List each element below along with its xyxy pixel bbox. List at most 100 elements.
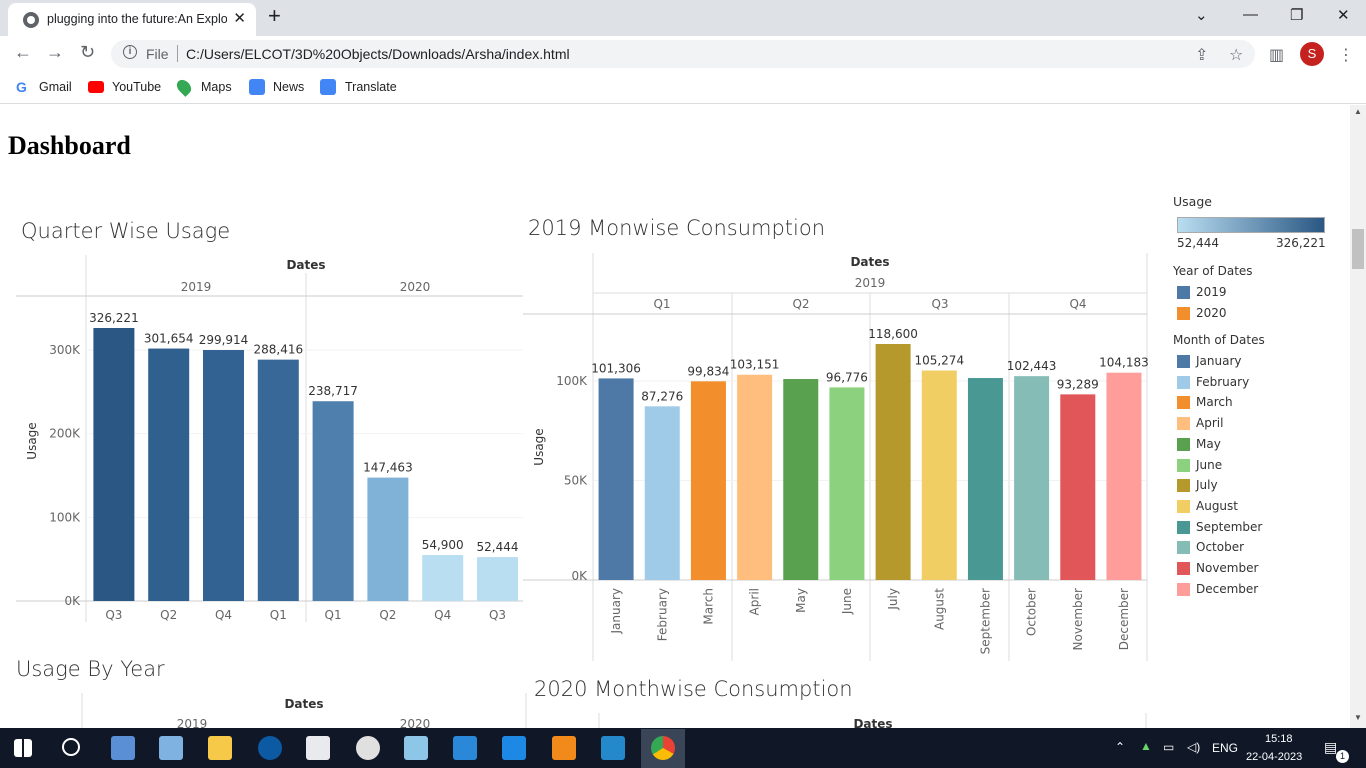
mon2019-bar[interactable] [690, 381, 726, 580]
scroll-thumb[interactable] [1352, 229, 1364, 269]
minimize-button[interactable]: — [1243, 6, 1258, 23]
sublime-icon[interactable] [552, 736, 576, 760]
browser-tab[interactable]: plugging into the future:An Explo ✕ [8, 3, 256, 36]
tray-app-icon[interactable]: ▲ [1140, 739, 1152, 753]
legend-item-2019[interactable]: 2019 [1196, 285, 1227, 299]
mon2019-bar[interactable] [829, 387, 865, 580]
clock-time[interactable]: 15:18 [1265, 733, 1293, 745]
paint-icon[interactable] [159, 736, 183, 760]
quarter-bar[interactable] [367, 477, 409, 601]
quarter-x-tick: Q3 [489, 608, 506, 622]
legend-item-march[interactable]: March [1196, 395, 1233, 409]
mon2019-q1: Q1 [653, 297, 670, 311]
profile-avatar[interactable]: S [1300, 42, 1324, 66]
legend-item-november[interactable]: November [1196, 561, 1258, 575]
quarter-bar[interactable] [422, 555, 464, 601]
legend-item-january[interactable]: January [1196, 354, 1242, 368]
quarter-bar[interactable] [93, 328, 135, 601]
legend-item-june[interactable]: June [1196, 458, 1222, 472]
mon2020-dates-header: Dates [853, 717, 892, 728]
bookmark-maps[interactable]: Maps [201, 80, 232, 94]
legend-item-may[interactable]: May [1196, 437, 1221, 451]
close-tab-icon[interactable]: ✕ [233, 9, 246, 27]
edge-icon[interactable] [258, 736, 282, 760]
quarter-bar[interactable] [148, 348, 190, 601]
tray-chevron-icon[interactable]: ⌃ [1115, 740, 1125, 754]
file-explorer-icon[interactable] [208, 736, 232, 760]
mon2019-bar-label: 93,289 [1057, 377, 1099, 391]
quarter-bar[interactable] [312, 401, 354, 601]
media-player-icon[interactable] [356, 736, 380, 760]
vscode-icon[interactable] [601, 736, 625, 760]
back-icon[interactable]: ← [14, 42, 32, 63]
reload-icon[interactable]: ↻ [80, 42, 95, 63]
quarter-y-label: Usage [25, 422, 39, 459]
bookmark-gmail[interactable]: Gmail [39, 80, 72, 94]
legend-item-april[interactable]: April [1196, 416, 1223, 430]
chrome-icon[interactable] [651, 736, 675, 760]
windows-start-icon[interactable] [14, 739, 32, 757]
quarter-bar-label: 147,463 [363, 461, 413, 475]
quarter-x-tick: Q4 [434, 608, 451, 622]
mon2019-year: 2019 [855, 276, 886, 290]
notification-icon[interactable]: ▤ [1324, 739, 1337, 756]
battery-icon[interactable]: ▭ [1163, 740, 1174, 754]
legend-item-2020[interactable]: 2020 [1196, 306, 1227, 320]
mon2019-bar[interactable] [1060, 394, 1096, 580]
quarter-bar[interactable] [257, 359, 299, 601]
mon2019-x-tick: April [748, 588, 762, 615]
info-icon[interactable]: i [123, 45, 137, 59]
legend-item-september[interactable]: September [1196, 520, 1262, 534]
mon2019-bar[interactable] [967, 378, 1003, 580]
mon2019-bar[interactable] [921, 370, 957, 580]
clock-date[interactable]: 22-04-2023 [1246, 751, 1302, 763]
quarter-bar[interactable] [203, 350, 244, 601]
new-tab-button[interactable]: + [268, 3, 281, 29]
restore-button[interactable]: ❐ [1290, 6, 1303, 24]
quarter-bar-label: 299,914 [199, 333, 249, 347]
mon2019-bar[interactable] [1014, 376, 1050, 580]
page-scrollbar[interactable]: ▲ ▼ [1350, 105, 1366, 728]
mon2019-bar-label: 105,274 [914, 354, 964, 368]
mon2019-bar[interactable] [598, 378, 634, 580]
store-icon[interactable] [306, 736, 330, 760]
menu-icon[interactable]: ⋮ [1338, 45, 1354, 65]
mon2019-bar[interactable] [737, 374, 773, 580]
app-icon[interactable] [404, 736, 428, 760]
quarter-bar[interactable] [477, 557, 518, 601]
legend-item-february[interactable]: February [1196, 375, 1249, 389]
mon2019-bar[interactable] [644, 406, 680, 580]
legend-swatch-2019 [1177, 286, 1190, 299]
address-bar[interactable]: i File C:/Users/ELCOT/3D%20Objects/Downl… [111, 40, 1255, 68]
mon2019-bar[interactable] [783, 379, 819, 580]
scroll-up-icon[interactable]: ▲ [1354, 107, 1362, 116]
legend-swatch-april [1177, 417, 1190, 431]
mon2019-x-tick: May [794, 588, 808, 613]
mon2019-bar[interactable] [875, 344, 911, 580]
legend-item-december[interactable]: December [1196, 582, 1258, 596]
forward-icon[interactable]: → [46, 42, 64, 63]
close-window-button[interactable]: ✕ [1337, 6, 1350, 24]
legend-item-august[interactable]: August [1196, 499, 1238, 513]
computer-icon[interactable] [111, 736, 135, 760]
legend-item-october[interactable]: October [1196, 540, 1244, 554]
bookmark-youtube[interactable]: YouTube [112, 80, 161, 94]
mon2019-bar[interactable] [1106, 372, 1142, 580]
bookmark-star-icon[interactable]: ☆ [1229, 45, 1243, 65]
mon2019-x-tick: July [886, 588, 900, 611]
bookmark-news[interactable]: News [273, 80, 304, 94]
bookmark-translate[interactable]: Translate [345, 80, 397, 94]
side-panel-icon[interactable]: ▥ [1269, 45, 1284, 65]
mail-icon[interactable] [453, 736, 477, 760]
share-icon[interactable]: ⇪ [1195, 45, 1208, 65]
tab-search-icon[interactable]: ⌄ [1195, 6, 1208, 24]
language-indicator[interactable]: ENG [1212, 741, 1238, 755]
search-icon[interactable] [62, 738, 80, 756]
calendar-icon[interactable] [502, 736, 526, 760]
legend-item-july[interactable]: July [1196, 478, 1218, 492]
scroll-down-icon[interactable]: ▼ [1354, 713, 1362, 722]
url-text[interactable]: C:/Users/ELCOT/3D%20Objects/Downloads/Ar… [186, 46, 570, 62]
volume-icon[interactable]: ◁) [1187, 740, 1200, 754]
mon2019-x-tick: October [1025, 588, 1039, 636]
quarter-bar-label: 301,654 [144, 332, 194, 346]
